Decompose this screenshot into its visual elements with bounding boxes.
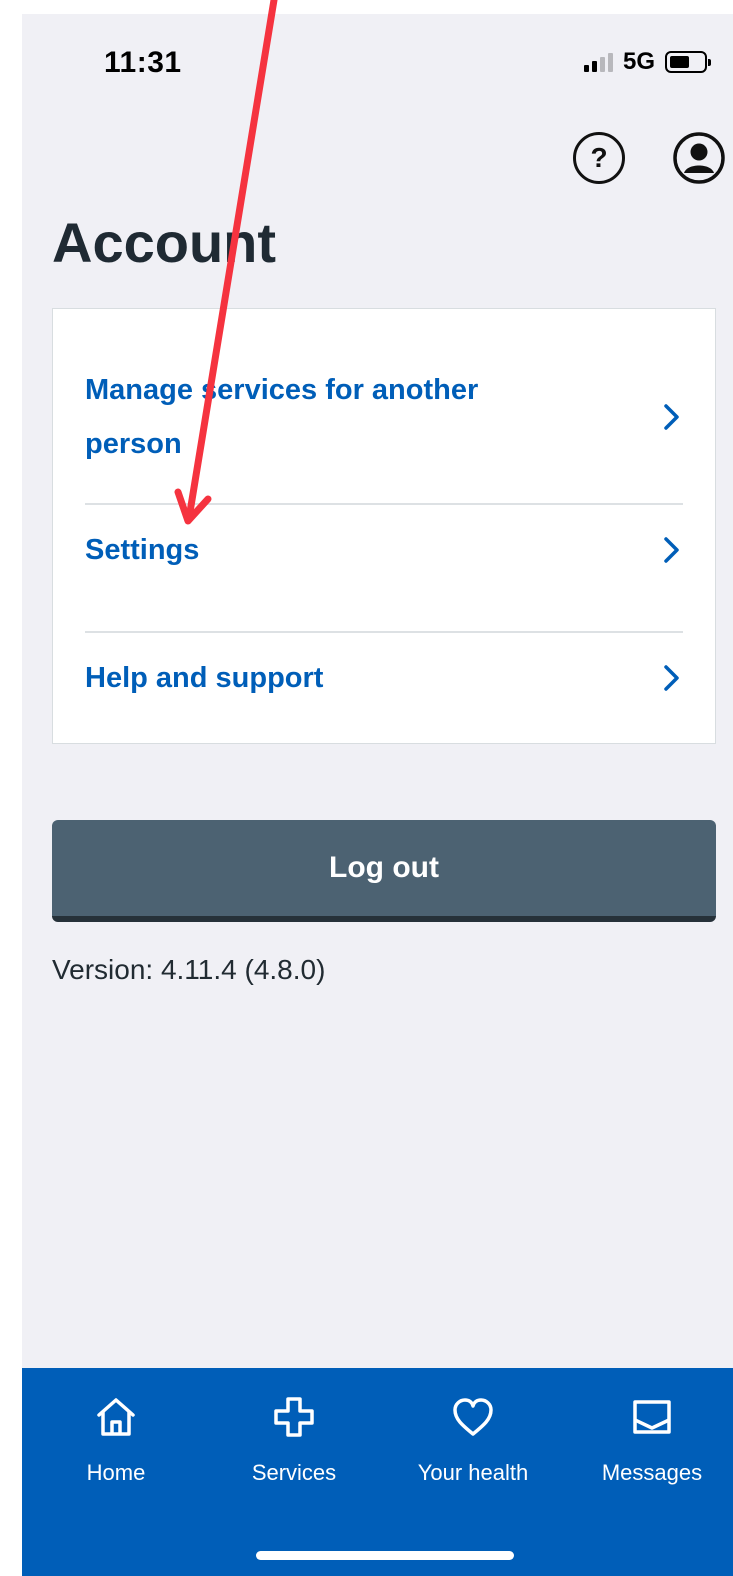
status-indicators: 5G <box>583 48 711 76</box>
menu-item-settings[interactable]: Settings <box>85 505 683 595</box>
tab-label: Your health <box>417 1460 529 1485</box>
menu-item-label: Manage services for another person <box>85 374 479 460</box>
home-indicator <box>256 1551 514 1560</box>
home-icon <box>97 1398 135 1436</box>
signal-strength-icon <box>583 52 613 72</box>
header-actions: ? <box>533 128 733 188</box>
user-circle-icon[interactable] <box>673 132 725 184</box>
menu-item-label: Settings <box>85 534 200 566</box>
question-circle-icon: ? <box>590 142 608 173</box>
plus-cross-icon <box>274 1397 314 1437</box>
tab-services[interactable]: Services <box>214 1394 374 1486</box>
menu-item-help-and-support[interactable]: Help and support <box>85 633 683 723</box>
help-button[interactable]: ? <box>573 132 625 184</box>
logout-button[interactable]: Log out <box>52 820 716 922</box>
menu-item-label: Help and support <box>85 662 324 694</box>
battery-icon <box>665 51 711 73</box>
network-type: 5G <box>622 48 655 75</box>
app-screen: 11:31 5G ? Account Manage services for a… <box>22 14 733 1576</box>
status-bar: 11:31 5G <box>22 14 733 114</box>
bottom-tab-bar: Home Services Your health Messages <box>22 1368 733 1576</box>
chevron-right-icon <box>664 537 679 563</box>
tab-label: Services <box>251 1460 337 1485</box>
tab-label: Home <box>86 1460 146 1485</box>
tab-home[interactable]: Home <box>36 1394 196 1486</box>
version-text: Version: 4.11.4 (4.8.0) <box>52 954 326 985</box>
inbox-icon <box>633 1400 671 1434</box>
heart-icon <box>453 1398 493 1436</box>
tab-label: Messages <box>601 1460 703 1485</box>
tab-your-health[interactable]: Your health <box>393 1394 553 1486</box>
menu-item-manage-services[interactable]: Manage services for another person <box>85 347 683 487</box>
tab-messages[interactable]: Messages <box>572 1394 732 1486</box>
page-title: Account <box>52 211 276 274</box>
account-menu: Manage services for another person Setti… <box>52 308 716 744</box>
chevron-right-icon <box>664 404 679 430</box>
chevron-right-icon <box>664 665 679 691</box>
battery-level <box>670 56 690 68</box>
status-time: 11:31 <box>104 46 182 79</box>
